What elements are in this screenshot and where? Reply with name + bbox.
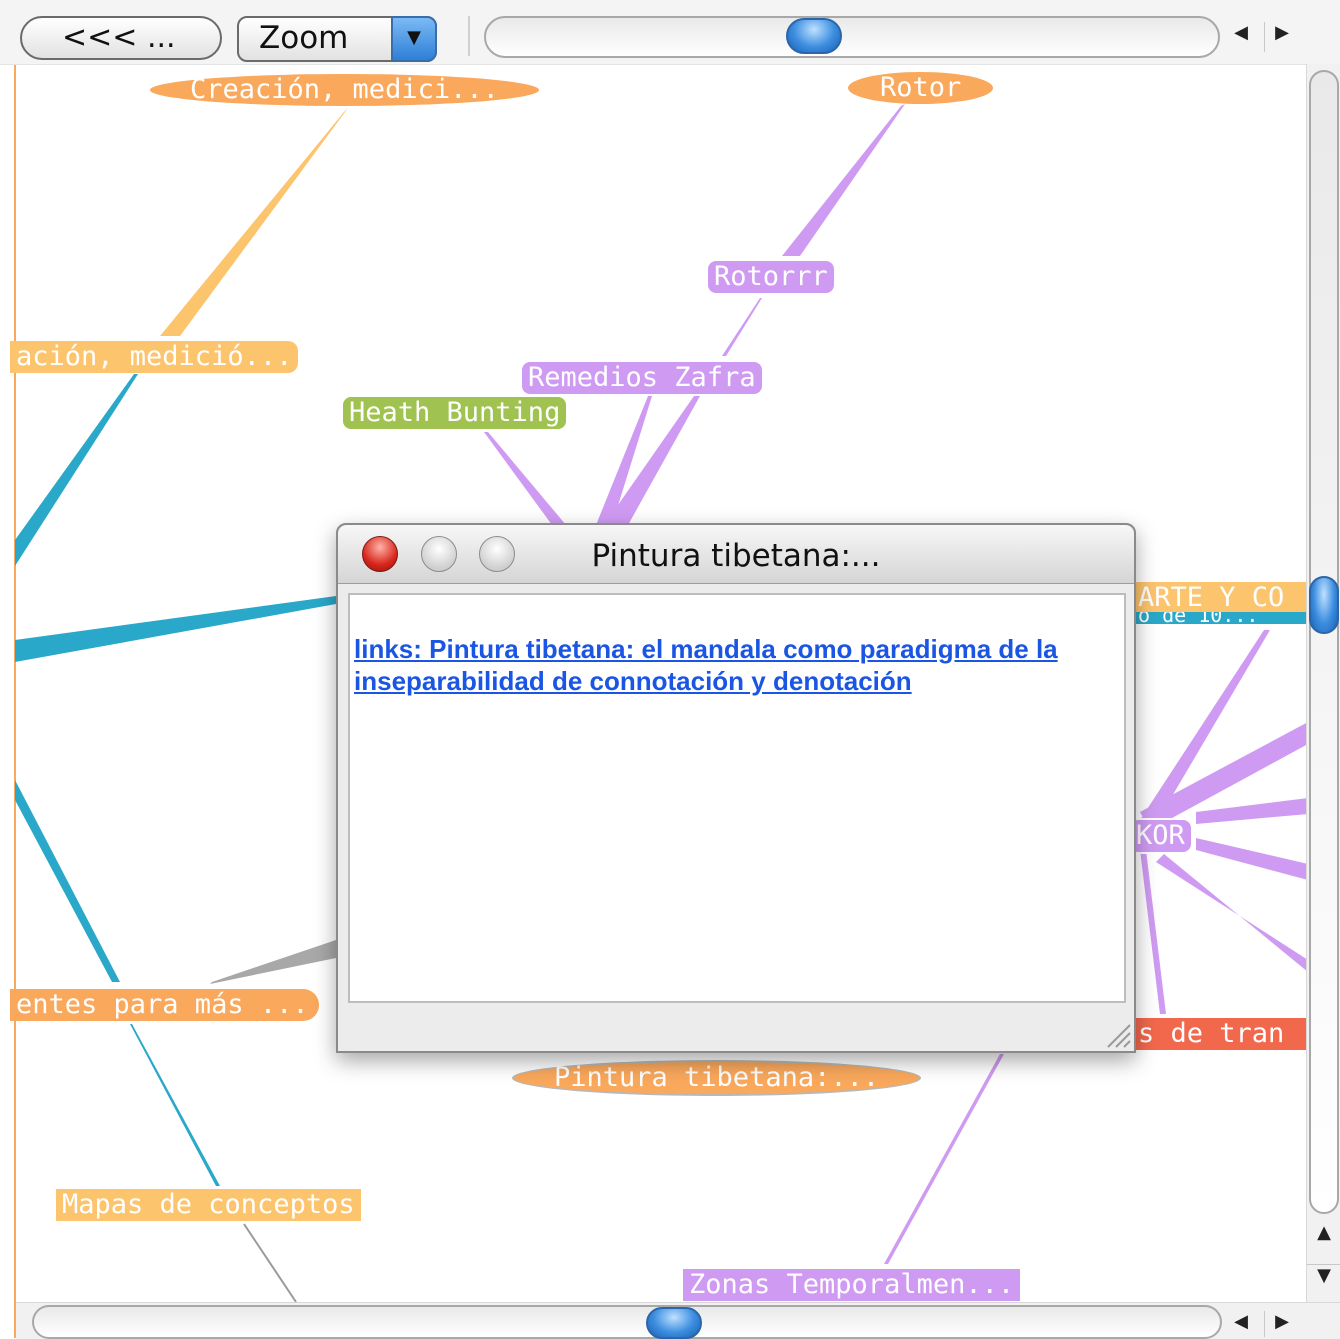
dialog-content: links: Pintura tibetana: el mandala como…: [348, 593, 1126, 1003]
horizontal-scroll-thumb[interactable]: [646, 1307, 702, 1339]
triangle-up-icon[interactable]: ▲: [1307, 1222, 1340, 1252]
zoom-slider-track[interactable]: [484, 16, 1220, 58]
edge-creacion: [160, 108, 348, 336]
dialog-title: Pintura tibetana:...: [591, 538, 881, 574]
node-arte-sub[interactable]: o de 10...: [1132, 612, 1318, 624]
vertical-scroll-thumb[interactable]: [1309, 576, 1339, 634]
node-heath-bunting[interactable]: Heath Bunting: [343, 397, 567, 429]
dialog-titlebar[interactable]: Pintura tibetana:...: [338, 525, 1134, 584]
triangle-right-icon[interactable]: ▶: [1264, 22, 1299, 52]
vertical-scrollbar[interactable]: ▲ ▼: [1306, 64, 1340, 1302]
triangle-down-icon[interactable]: ▼: [1307, 1264, 1340, 1295]
resize-grip-icon[interactable]: [1098, 1015, 1132, 1049]
node-rotor[interactable]: Rotor: [848, 72, 994, 104]
zoom-select[interactable]: Zoom ▼: [237, 16, 437, 62]
vertical-scroll-track[interactable]: [1309, 70, 1339, 1214]
toolbar: <<< ... Zoom ▼ ◀ ▶: [0, 0, 1340, 65]
triangle-left-icon[interactable]: ◀: [1224, 1311, 1258, 1337]
node-pintura-tibetana[interactable]: Pintura tibetana:...: [512, 1060, 922, 1096]
divider: [468, 16, 474, 56]
node-arte[interactable]: ARTE Y CO: [1132, 582, 1318, 614]
node-trans[interactable]: s de tran: [1132, 1018, 1318, 1050]
node-kor[interactable]: KOR: [1128, 818, 1193, 854]
node-remedios-zafra[interactable]: Remedios Zafra: [522, 362, 762, 394]
horizontal-scrollbar[interactable]: ◀ ▶: [16, 1302, 1340, 1339]
node-creacion-top[interactable]: Creación, medici...: [150, 74, 539, 106]
node-info-dialog: Pintura tibetana:... links: Pintura tibe…: [336, 523, 1136, 1053]
pintura-tibetana-link[interactable]: links: Pintura tibetana: el mandala como…: [354, 633, 1119, 697]
node-fuentes[interactable]: entes para más ...: [10, 989, 319, 1021]
horizontal-scroll-track[interactable]: [32, 1305, 1222, 1339]
zoom-slider-thumb[interactable]: [786, 18, 842, 54]
node-rotorrr[interactable]: Rotorrr: [708, 261, 834, 293]
node-zonas[interactable]: Zonas Temporalmen...: [683, 1269, 1021, 1301]
node-creacion-left[interactable]: ación, medició...: [10, 341, 299, 373]
triangle-left-icon[interactable]: ◀: [1224, 22, 1258, 52]
node-mapas[interactable]: Mapas de conceptos: [56, 1189, 361, 1221]
triangle-right-icon[interactable]: ▶: [1264, 1311, 1299, 1337]
triangle-down-icon[interactable]: ▼: [391, 16, 437, 62]
zoom-label: Zoom: [259, 20, 349, 56]
back-button[interactable]: <<< ...: [20, 16, 222, 60]
